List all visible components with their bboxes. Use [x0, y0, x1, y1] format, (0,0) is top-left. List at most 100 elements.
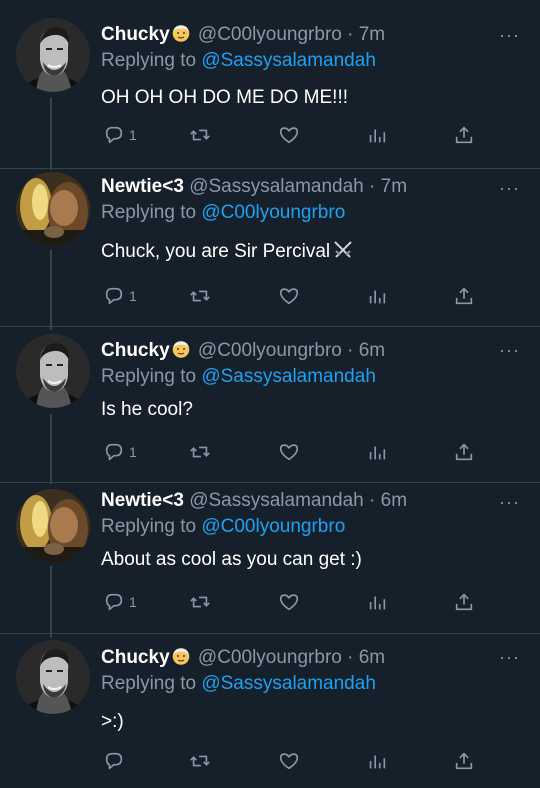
separator-dot: ·	[347, 340, 354, 361]
profile-photo-icon	[16, 334, 90, 408]
replying-to-label: Replying to	[101, 516, 197, 537]
replying-to: Replying to @C00lyoungrbro	[101, 514, 345, 540]
profile-photo-icon	[16, 172, 90, 246]
reply-target-link[interactable]: @Sassysalamandah	[201, 673, 376, 694]
display-name[interactable]: Newtie<3	[101, 176, 184, 197]
retweet-button[interactable]	[189, 587, 211, 617]
tweet-header: Chucky @C00lyoungrbro · 6m	[101, 338, 385, 364]
tweet-text: About as cool as you can get :)	[101, 549, 362, 570]
analytics-icon	[366, 124, 388, 146]
profile-photo-icon	[16, 18, 90, 92]
replying-to-label: Replying to	[101, 366, 197, 387]
tweet[interactable]: Newtie<3 @Sassysalamandah · 6m ··· Reply…	[0, 483, 540, 633]
display-name[interactable]: Chucky	[101, 340, 170, 361]
avatar[interactable]	[16, 172, 90, 246]
reply-button[interactable]: 1	[103, 281, 137, 311]
analytics-button[interactable]	[366, 281, 388, 311]
reply-button[interactable]: 1	[103, 587, 137, 617]
share-button[interactable]	[453, 281, 475, 311]
reply-target-link[interactable]: @C00lyoungrbro	[201, 202, 345, 223]
reply-button[interactable]: 1	[103, 437, 137, 467]
reply-icon	[103, 124, 125, 146]
handle[interactable]: @C00lyoungrbro	[198, 24, 342, 45]
handle[interactable]: @Sassysalamandah	[189, 176, 364, 197]
retweet-button[interactable]	[189, 437, 211, 467]
reply-target-link[interactable]: @C00lyoungrbro	[201, 516, 345, 537]
timestamp[interactable]: 7m	[381, 176, 407, 197]
analytics-button[interactable]	[366, 437, 388, 467]
tweet-header: Chucky @C00lyoungrbro · 6m	[101, 645, 385, 671]
like-button[interactable]	[278, 587, 300, 617]
display-name[interactable]: Newtie<3	[101, 490, 184, 511]
replying-to: Replying to @Sassysalamandah	[101, 671, 376, 697]
profile-photo-icon	[16, 640, 90, 714]
tweet[interactable]: Newtie<3 @Sassysalamandah · 7m ··· Reply…	[0, 169, 540, 326]
more-icon[interactable]: ···	[499, 179, 520, 197]
crossed-swords-emoji-icon	[332, 240, 354, 260]
more-icon[interactable]: ···	[499, 493, 520, 511]
like-button[interactable]	[278, 746, 300, 776]
avatar[interactable]	[16, 489, 90, 563]
tweet-text: Is he cool?	[101, 399, 193, 420]
heart-icon	[278, 591, 300, 613]
analytics-button[interactable]	[366, 587, 388, 617]
reply-button[interactable]	[103, 746, 125, 776]
handle[interactable]: @C00lyoungrbro	[198, 340, 342, 361]
retweet-icon	[189, 441, 211, 463]
retweet-button[interactable]	[189, 281, 211, 311]
reply-button[interactable]: 1	[103, 120, 137, 150]
tweet-text: >:)	[101, 711, 124, 732]
more-icon[interactable]: ···	[499, 26, 520, 44]
analytics-icon	[366, 441, 388, 463]
tweet-header: Newtie<3 @Sassysalamandah · 7m	[101, 174, 407, 200]
tweet-text: OH OH OH DO ME DO ME!!!	[101, 87, 349, 108]
heart-icon	[278, 441, 300, 463]
analytics-button[interactable]	[366, 120, 388, 150]
share-button[interactable]	[453, 437, 475, 467]
tweet-header: Chucky @C00lyoungrbro · 7m	[101, 22, 385, 48]
replying-to-label: Replying to	[101, 673, 197, 694]
separator-dot: ·	[347, 647, 354, 668]
share-icon	[453, 750, 475, 772]
reply-icon	[103, 285, 125, 307]
avatar[interactable]	[16, 640, 90, 714]
like-button[interactable]	[278, 120, 300, 150]
like-button[interactable]	[278, 437, 300, 467]
share-button[interactable]	[453, 120, 475, 150]
timestamp[interactable]: 6m	[359, 647, 385, 668]
more-icon[interactable]: ···	[499, 648, 520, 666]
analytics-button[interactable]	[366, 746, 388, 776]
heart-icon	[278, 285, 300, 307]
reply-icon	[103, 750, 125, 772]
share-button[interactable]	[453, 587, 475, 617]
avatar[interactable]	[16, 18, 90, 92]
display-name[interactable]: Chucky	[101, 24, 170, 45]
avatar[interactable]	[16, 334, 90, 408]
tweet-actions: 1	[0, 120, 540, 150]
timestamp[interactable]: 7m	[359, 24, 385, 45]
tweet[interactable]: Chucky @C00lyoungrbro · 7m ··· Replying …	[0, 0, 540, 168]
more-icon[interactable]: ···	[499, 341, 520, 359]
retweet-button[interactable]	[189, 746, 211, 776]
replying-to: Replying to @C00lyoungrbro	[101, 200, 345, 226]
timestamp[interactable]: 6m	[359, 340, 385, 361]
reply-target-link[interactable]: @Sassysalamandah	[201, 50, 376, 71]
reply-target-link[interactable]: @Sassysalamandah	[201, 366, 376, 387]
retweet-button[interactable]	[189, 120, 211, 150]
share-icon	[453, 591, 475, 613]
retweet-icon	[189, 750, 211, 772]
tweet[interactable]: Chucky @C00lyoungrbro · 6m ··· Replying …	[0, 327, 540, 482]
handle[interactable]: @C00lyoungrbro	[198, 647, 342, 668]
tweet-actions: 1	[0, 437, 540, 467]
analytics-icon	[366, 750, 388, 772]
reply-count: 1	[129, 127, 137, 143]
share-button[interactable]	[453, 746, 475, 776]
retweet-icon	[189, 124, 211, 146]
tweet[interactable]: Chucky @C00lyoungrbro · 6m ··· Replying …	[0, 634, 540, 788]
like-button[interactable]	[278, 281, 300, 311]
display-name[interactable]: Chucky	[101, 647, 170, 668]
handle[interactable]: @Sassysalamandah	[189, 490, 364, 511]
timestamp[interactable]: 6m	[381, 490, 407, 511]
reply-icon	[103, 591, 125, 613]
older-man-emoji-icon	[171, 339, 191, 359]
